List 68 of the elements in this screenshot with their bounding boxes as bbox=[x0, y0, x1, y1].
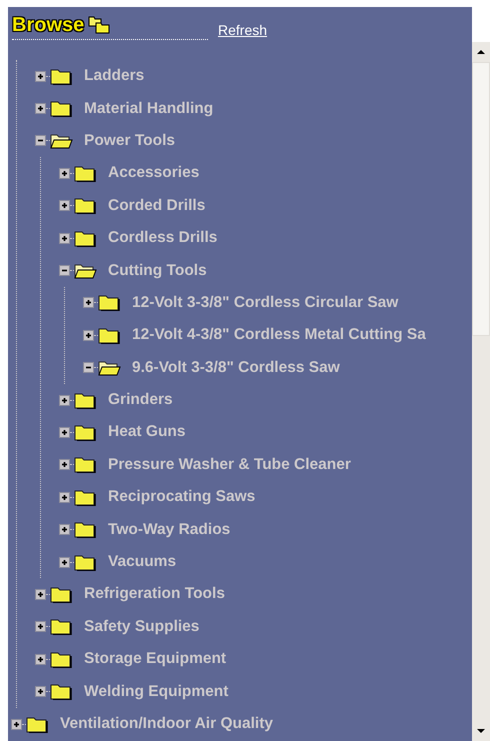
refresh-link[interactable]: Refresh bbox=[218, 22, 268, 38]
collapse-icon[interactable] bbox=[35, 135, 46, 146]
open-folder-icon bbox=[74, 262, 98, 280]
tree-item[interactable]: Accessories bbox=[108, 164, 200, 182]
scrollbar[interactable] bbox=[472, 42, 490, 741]
folder-icon bbox=[50, 650, 74, 668]
expand-icon[interactable] bbox=[35, 103, 46, 114]
expand-icon[interactable] bbox=[59, 459, 70, 470]
tree-item[interactable]: Safety Supplies bbox=[84, 618, 200, 636]
expand-icon[interactable] bbox=[35, 70, 46, 82]
tree-item[interactable]: Reciprocating Saws bbox=[108, 488, 256, 506]
tree-item[interactable]: Material Handling bbox=[84, 100, 214, 118]
expand-icon[interactable] bbox=[59, 168, 70, 179]
tree-item[interactable]: Cordless Drills bbox=[108, 229, 218, 248]
folder-icon bbox=[74, 554, 98, 571]
expand-icon[interactable] bbox=[35, 588, 46, 600]
expand-icon[interactable] bbox=[59, 524, 70, 536]
tree-item[interactable]: Welding Equipment bbox=[84, 682, 228, 701]
expand-icon[interactable] bbox=[59, 232, 70, 244]
folder-icon bbox=[74, 230, 98, 247]
expand-icon[interactable] bbox=[59, 200, 70, 212]
expand-icon[interactable] bbox=[11, 718, 22, 730]
folder-icon bbox=[26, 716, 50, 732]
expand-icon[interactable] bbox=[35, 654, 46, 665]
tree-item[interactable]: Pressure Washer & Tube Cleaner bbox=[108, 456, 351, 474]
tree-item[interactable]: Ladders bbox=[84, 67, 144, 86]
folder-icon bbox=[74, 488, 98, 506]
scroll-thumb[interactable] bbox=[472, 62, 490, 336]
folder-icon bbox=[50, 683, 74, 700]
tree-item[interactable]: Heat Guns bbox=[108, 423, 186, 442]
tree-item[interactable]: 12-Volt 3-3/8" Cordless Circular Saw bbox=[132, 294, 398, 312]
collapse-icon[interactable] bbox=[59, 265, 70, 276]
tree-item[interactable]: Vacuums bbox=[108, 553, 176, 572]
collapse-icon[interactable] bbox=[83, 362, 94, 374]
expand-icon[interactable] bbox=[59, 556, 70, 568]
expand-icon[interactable] bbox=[59, 492, 70, 503]
tree-item[interactable]: Ventilation/Indoor Air Quality bbox=[60, 715, 273, 733]
browse-title: Browse bbox=[12, 14, 84, 36]
tree-item[interactable]: Cutting Tools bbox=[108, 262, 207, 280]
expand-icon[interactable] bbox=[59, 394, 70, 406]
open-folder-icon bbox=[50, 132, 74, 150]
folder-icon bbox=[74, 521, 98, 538]
tree-item[interactable]: Power Tools bbox=[84, 132, 176, 150]
folder-icon bbox=[74, 456, 98, 474]
folder-icon bbox=[50, 618, 74, 636]
tree-item[interactable]: 9.6-Volt 3-3/8" Cordless Saw bbox=[132, 358, 340, 377]
folders-icon bbox=[88, 16, 110, 34]
expand-icon[interactable] bbox=[35, 686, 46, 698]
tree-item[interactable]: 12-Volt 4-3/8" Cordless Metal Cutting Sa bbox=[132, 326, 426, 344]
tree-item[interactable]: Refrigeration Tools bbox=[84, 585, 225, 604]
folder-icon bbox=[50, 100, 74, 118]
tree-item[interactable]: Storage Equipment bbox=[84, 650, 226, 668]
open-folder-icon bbox=[98, 359, 122, 376]
folder-icon bbox=[98, 326, 122, 344]
folder-icon bbox=[74, 424, 98, 441]
expand-icon[interactable] bbox=[35, 621, 46, 632]
folder-icon bbox=[50, 68, 74, 85]
expand-icon[interactable] bbox=[83, 330, 94, 341]
folder-icon bbox=[74, 164, 98, 182]
expand-icon[interactable] bbox=[59, 426, 70, 438]
folder-icon bbox=[98, 294, 122, 312]
expand-icon[interactable] bbox=[83, 297, 94, 308]
folder-icon bbox=[74, 392, 98, 409]
tree-item[interactable]: Corded Drills bbox=[108, 196, 206, 215]
tree-item[interactable]: Two-Way Radios bbox=[108, 520, 230, 539]
folder-icon bbox=[74, 197, 98, 214]
tree-item[interactable]: Grinders bbox=[108, 391, 173, 410]
folder-icon bbox=[50, 586, 74, 603]
